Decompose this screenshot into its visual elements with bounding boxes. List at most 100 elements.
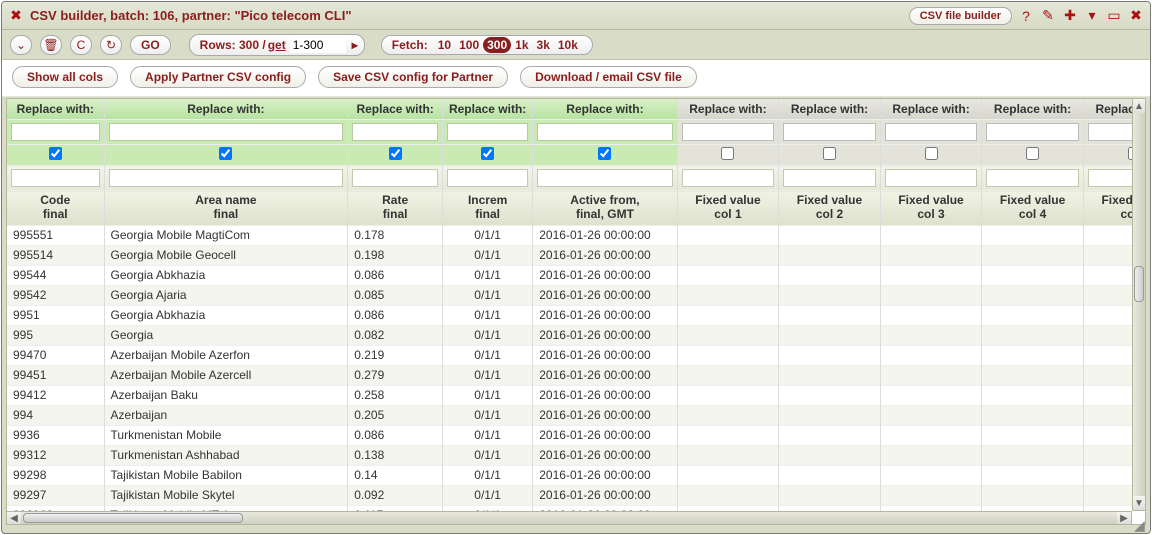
cell [982, 225, 1084, 245]
table-row[interactable]: 99451Azerbaijan Mobile Azercell0.2790/1/… [7, 365, 1145, 385]
fetch-option-10k[interactable]: 10k [554, 37, 582, 53]
cell [779, 465, 881, 485]
replace-checkbox-col0[interactable] [49, 147, 62, 160]
replace-input-col2[interactable] [352, 123, 438, 141]
close-icon[interactable]: ✖ [8, 8, 24, 24]
cell: Turkmenistan Ashhabad [104, 445, 348, 465]
filter-input-col6[interactable] [783, 169, 876, 187]
replace-label: Replace with: [104, 99, 348, 120]
table-row[interactable]: 9951Georgia Abkhazia0.0860/1/12016-01-26… [7, 305, 1145, 325]
column-header[interactable]: Active from,final, GMT [533, 191, 677, 226]
close-window-icon[interactable]: ✖ [1128, 7, 1144, 24]
filter-input-col1[interactable] [109, 169, 344, 187]
collapse-icon[interactable]: ▾ [1084, 7, 1100, 24]
table-row[interactable]: 99542Georgia Ajaria0.0850/1/12016-01-26 … [7, 285, 1145, 305]
apply-partner-config-button[interactable]: Apply Partner CSV config [130, 66, 306, 88]
cell [677, 405, 779, 425]
replace-checkbox-col1[interactable] [219, 147, 232, 160]
filter-clear-icon[interactable]: ⌄ [10, 35, 32, 55]
replace-checkbox-col7[interactable] [925, 147, 938, 160]
replace-checkbox-col5[interactable] [721, 147, 734, 160]
replace-input-col7[interactable] [885, 123, 978, 141]
cell: 2016-01-26 00:00:00 [533, 245, 677, 265]
filter-input-col7[interactable] [885, 169, 978, 187]
show-all-cols-button[interactable]: Show all cols [12, 66, 118, 88]
csv-file-builder-button[interactable]: CSV file builder [909, 7, 1012, 25]
table-row[interactable]: 99470Azerbaijan Mobile Azerfon0.2190/1/1… [7, 345, 1145, 365]
column-header[interactable]: Fixed valuecol 3 [880, 191, 982, 226]
scroll-down-icon[interactable]: ▼ [1133, 496, 1145, 510]
replace-input-col6[interactable] [783, 123, 876, 141]
table-row[interactable]: 99544Georgia Abkhazia0.0860/1/12016-01-2… [7, 265, 1145, 285]
refresh-icon[interactable]: C [70, 35, 92, 55]
grid-scroll[interactable]: Replace with:Replace with:Replace with:R… [7, 99, 1145, 524]
replace-input-col1[interactable] [109, 123, 344, 141]
table-row[interactable]: 995551Georgia Mobile MagtiCom0.1780/1/12… [7, 225, 1145, 245]
redo-icon[interactable]: ↻ [100, 35, 122, 55]
replace-checkbox-col4[interactable] [598, 147, 611, 160]
cell [880, 405, 982, 425]
column-header[interactable]: Ratefinal [348, 191, 443, 226]
replace-checkbox-col2[interactable] [389, 147, 402, 160]
filter-input-col0[interactable] [11, 169, 100, 187]
column-header[interactable]: Fixed valuecol 4 [982, 191, 1084, 226]
download-email-button[interactable]: Download / email CSV file [520, 66, 697, 88]
replace-input-col5[interactable] [682, 123, 775, 141]
replace-input-col8[interactable] [986, 123, 1079, 141]
cell [677, 305, 779, 325]
save-partner-config-button[interactable]: Save CSV config for Partner [318, 66, 508, 88]
table-row[interactable]: 99298Tajikistan Mobile Babilon0.140/1/12… [7, 465, 1145, 485]
column-header[interactable]: Codefinal [7, 191, 104, 226]
cell: 2016-01-26 00:00:00 [533, 485, 677, 505]
filter-input-col5[interactable] [682, 169, 775, 187]
help-icon[interactable]: ? [1018, 8, 1034, 24]
vertical-scroll-thumb[interactable] [1134, 266, 1144, 302]
replace-input-col3[interactable] [447, 123, 528, 141]
fetch-option-3k[interactable]: 3k [533, 37, 554, 53]
cell: Georgia [104, 325, 348, 345]
table-row[interactable]: 9936Turkmenistan Mobile0.0860/1/12016-01… [7, 425, 1145, 445]
fetch-option-100[interactable]: 100 [455, 37, 483, 53]
horizontal-scroll-thumb[interactable] [23, 513, 243, 523]
cell [779, 225, 881, 245]
replace-checkbox-col6[interactable] [823, 147, 836, 160]
edit-icon[interactable]: ✎ [1040, 7, 1056, 24]
scroll-up-icon[interactable]: ▲ [1133, 99, 1145, 113]
filter-input-col3[interactable] [447, 169, 528, 187]
table-row[interactable]: 99412Azerbaijan Baku0.2580/1/12016-01-26… [7, 385, 1145, 405]
filter-input-col2[interactable] [352, 169, 438, 187]
go-button[interactable]: GO [130, 35, 171, 55]
replace-checkbox-col3[interactable] [481, 147, 494, 160]
table-row[interactable]: 99312Turkmenistan Ashhabad0.1380/1/12016… [7, 445, 1145, 465]
replace-input-col0[interactable] [11, 123, 100, 141]
trash-icon[interactable]: 🗑 [40, 35, 62, 55]
cell: 0/1/1 [443, 345, 533, 365]
column-header[interactable]: Fixed valuecol 1 [677, 191, 779, 226]
resize-grip-icon[interactable]: ◢ [1134, 517, 1148, 531]
vertical-scrollbar[interactable]: ▲ ▼ [1132, 98, 1146, 511]
fetch-option-10[interactable]: 10 [434, 37, 455, 53]
replace-checkbox-col8[interactable] [1026, 147, 1039, 160]
cell: 0/1/1 [443, 445, 533, 465]
maximize-icon[interactable]: ▭ [1106, 7, 1122, 24]
column-header[interactable]: Fixed valuecol 2 [779, 191, 881, 226]
fetch-option-1k[interactable]: 1k [511, 37, 532, 53]
table-row[interactable]: 995Georgia0.0820/1/12016-01-26 00:00:00 [7, 325, 1145, 345]
fetch-option-300[interactable]: 300 [483, 37, 511, 53]
column-header[interactable]: Area namefinal [104, 191, 348, 226]
column-header[interactable]: Incremfinal [443, 191, 533, 226]
table-row[interactable]: 99297Tajikistan Mobile Skytel0.0920/1/12… [7, 485, 1145, 505]
table-row[interactable]: 994Azerbaijan0.2050/1/12016-01-26 00:00:… [7, 405, 1145, 425]
rows-range-input[interactable] [290, 37, 346, 53]
play-icon[interactable]: ▸ [352, 38, 358, 52]
table-row[interactable]: 995514Georgia Mobile Geocell0.1980/1/120… [7, 245, 1145, 265]
cell [982, 385, 1084, 405]
scroll-left-icon[interactable]: ◀ [7, 512, 21, 524]
replace-input-col4[interactable] [537, 123, 672, 141]
filter-input-col4[interactable] [537, 169, 672, 187]
horizontal-scrollbar[interactable]: ◀ ▶ [6, 511, 1132, 525]
add-icon[interactable]: ✚ [1062, 7, 1078, 24]
scroll-right-icon[interactable]: ▶ [1117, 512, 1131, 524]
rows-get-link[interactable]: get [268, 38, 286, 52]
filter-input-col8[interactable] [986, 169, 1079, 187]
